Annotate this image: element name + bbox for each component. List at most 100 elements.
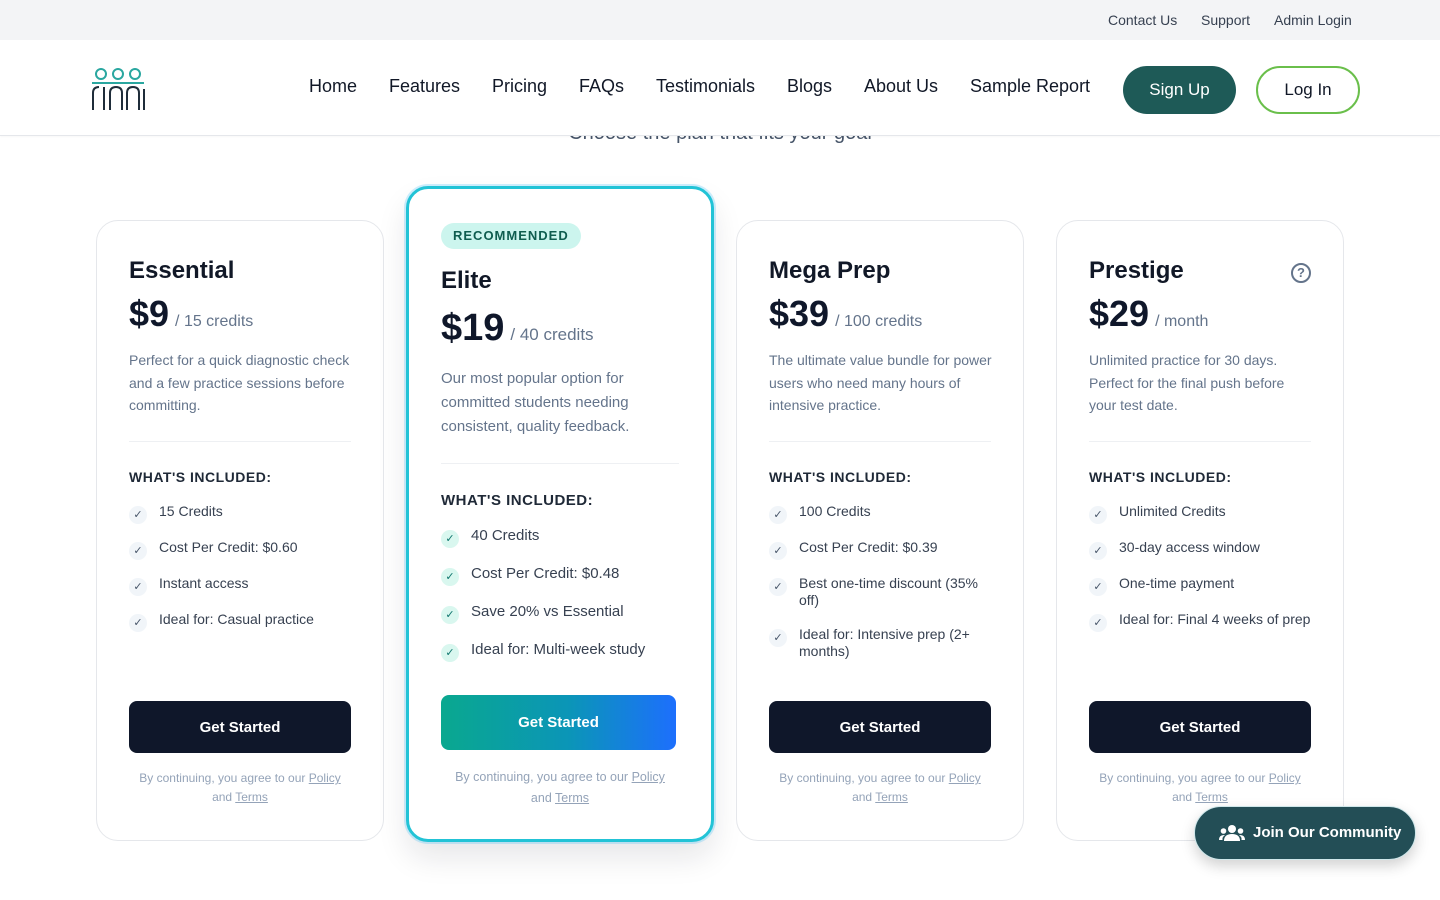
feature-text: Ideal for: Casual practice bbox=[159, 611, 314, 627]
feature-text: Best one-time discount (35% off) bbox=[799, 575, 978, 608]
plan-name: Mega Prep bbox=[769, 257, 891, 284]
feature-item: ✓ Instant access bbox=[129, 575, 354, 596]
feature-text: 15 Credits bbox=[159, 503, 223, 519]
plan-card-mega-prep: Mega Prep $39 / 100 credits The ultimate … bbox=[736, 220, 1024, 841]
check-icon: ✓ bbox=[769, 506, 787, 524]
price-amount: $19 bbox=[441, 307, 505, 349]
recommended-badge: RECOMMENDED bbox=[441, 223, 581, 249]
feature-item: ✓ Cost Per Credit: $0.39 bbox=[769, 539, 994, 560]
feature-item: ✓ Ideal for: Casual practice bbox=[129, 611, 354, 632]
plan-card-essential: Essential $9 / 15 credits Perfect for a q… bbox=[96, 220, 384, 841]
check-icon: ✓ bbox=[769, 629, 787, 647]
feature-text: 30-day access window bbox=[1119, 539, 1260, 555]
nav-pricing[interactable]: Pricing bbox=[492, 76, 547, 97]
plan-price: $29 / month bbox=[1089, 293, 1208, 335]
get-started-button[interactable]: Get Started bbox=[769, 701, 991, 753]
feature-item: ✓ Cost Per Credit: $0.60 bbox=[129, 539, 354, 560]
feature-item: ✓ 15 Credits bbox=[129, 503, 354, 524]
brand-logo-icon[interactable] bbox=[90, 67, 146, 113]
log-in-button[interactable]: Log In bbox=[1256, 66, 1360, 114]
feature-item: ✓ Best one-time discount (35% off) bbox=[769, 575, 994, 609]
feature-item: ✓ Ideal for: Intensive prep (2+ months) bbox=[769, 626, 994, 660]
check-icon: ✓ bbox=[441, 530, 459, 548]
legal-and: and bbox=[212, 790, 233, 804]
feature-text: Cost Per Credit: $0.48 bbox=[471, 565, 620, 582]
included-heading: WHAT'S INCLUDED: bbox=[441, 492, 594, 509]
feature-text: One-time payment bbox=[1119, 575, 1235, 591]
check-icon: ✓ bbox=[1089, 614, 1107, 632]
terms-link[interactable]: Terms bbox=[235, 790, 268, 804]
join-community-label: Join Our Community bbox=[1253, 823, 1402, 841]
join-community-button[interactable]: Join Our Community bbox=[1194, 806, 1416, 860]
feature-text: 100 Credits bbox=[799, 503, 871, 519]
nav-sample-report[interactable]: Sample Report bbox=[970, 76, 1090, 97]
nav-features[interactable]: Features bbox=[389, 76, 460, 97]
legal-prefix: By continuing, you agree to our bbox=[1099, 771, 1266, 785]
sign-up-button[interactable]: Sign Up bbox=[1123, 66, 1236, 114]
included-heading: WHAT'S INCLUDED: bbox=[129, 469, 272, 485]
feature-item: ✓ 100 Credits bbox=[769, 503, 994, 524]
nav-testimonials[interactable]: Testimonials bbox=[656, 76, 755, 97]
plan-name: Prestige bbox=[1089, 257, 1184, 284]
price-unit: / month bbox=[1155, 313, 1209, 330]
help-icon[interactable]: ? bbox=[1291, 263, 1311, 283]
plan-card-prestige: Prestige ? $29 / month Unlimited practice… bbox=[1056, 220, 1344, 841]
check-icon: ✓ bbox=[769, 542, 787, 560]
support-link[interactable]: Support bbox=[1201, 12, 1250, 28]
nav-home[interactable]: Home bbox=[309, 76, 357, 97]
nav-about-us[interactable]: About Us bbox=[864, 76, 938, 97]
check-icon: ✓ bbox=[441, 644, 459, 662]
terms-link[interactable]: Terms bbox=[1195, 790, 1228, 804]
policy-link[interactable]: Policy bbox=[949, 771, 981, 785]
users-icon bbox=[1219, 825, 1245, 842]
price-amount: $39 bbox=[769, 293, 830, 334]
nav-blogs[interactable]: Blogs bbox=[787, 76, 832, 97]
check-icon: ✓ bbox=[769, 578, 787, 596]
price-unit: / 100 credits bbox=[835, 313, 923, 330]
feature-text: Ideal for: Intensive prep (2+ months) bbox=[799, 626, 970, 659]
get-started-button[interactable]: Get Started bbox=[129, 701, 351, 753]
price-unit: / 40 credits bbox=[510, 325, 594, 344]
legal-prefix: By continuing, you agree to our bbox=[455, 770, 629, 784]
feature-text: Save 20% vs Essential bbox=[471, 603, 624, 620]
plan-name: Elite bbox=[441, 267, 492, 294]
divider bbox=[769, 441, 991, 442]
feature-text: Cost Per Credit: $0.39 bbox=[799, 539, 938, 555]
feature-item: ✓ Ideal for: Multi-week study bbox=[441, 641, 666, 662]
admin-login-link[interactable]: Admin Login bbox=[1274, 12, 1352, 28]
check-icon: ✓ bbox=[129, 578, 147, 596]
plan-price: $19 / 40 credits bbox=[441, 307, 594, 350]
included-heading: WHAT'S INCLUDED: bbox=[769, 469, 912, 485]
policy-link[interactable]: Policy bbox=[632, 770, 665, 784]
terms-link[interactable]: Terms bbox=[555, 791, 589, 805]
plan-price: $39 / 100 credits bbox=[769, 293, 922, 335]
get-started-button[interactable]: Get Started bbox=[1089, 701, 1311, 753]
plan-description: Perfect for a quick diagnostic check and… bbox=[129, 352, 350, 413]
feature-item: ✓ 40 Credits bbox=[441, 527, 666, 548]
nav-faqs[interactable]: FAQs bbox=[579, 76, 624, 97]
check-icon: ✓ bbox=[129, 506, 147, 524]
feature-item: ✓ Ideal for: Final 4 weeks of prep bbox=[1089, 611, 1314, 632]
plan-description: Our most popular option for committed st… bbox=[441, 370, 630, 435]
check-icon: ✓ bbox=[129, 542, 147, 560]
get-started-button[interactable]: Get Started bbox=[441, 695, 676, 750]
plan-card-elite: RECOMMENDED Elite $19 / 40 credits Our mo… bbox=[406, 186, 714, 842]
policy-link[interactable]: Policy bbox=[309, 771, 341, 785]
price-amount: $29 bbox=[1089, 293, 1150, 334]
terms-link[interactable]: Terms bbox=[875, 790, 908, 804]
legal-notice: By continuing, you agree to our Policy a… bbox=[429, 767, 691, 809]
plan-description: The ultimate value bundle for power user… bbox=[769, 352, 992, 413]
legal-and: and bbox=[852, 790, 873, 804]
feature-text: Unlimited Credits bbox=[1119, 503, 1226, 519]
check-icon: ✓ bbox=[1089, 578, 1107, 596]
feature-item: ✓ Cost Per Credit: $0.48 bbox=[441, 565, 666, 586]
feature-item: ✓ One-time payment bbox=[1089, 575, 1314, 596]
legal-notice: By continuing, you agree to our Policy a… bbox=[757, 769, 1003, 807]
included-heading: WHAT'S INCLUDED: bbox=[1089, 469, 1232, 485]
divider bbox=[1089, 441, 1311, 442]
policy-link[interactable]: Policy bbox=[1269, 771, 1301, 785]
contact-us-link[interactable]: Contact Us bbox=[1108, 12, 1177, 28]
price-unit: / 15 credits bbox=[175, 313, 254, 330]
feature-text: Ideal for: Final 4 weeks of prep bbox=[1119, 611, 1311, 627]
divider bbox=[129, 441, 351, 442]
